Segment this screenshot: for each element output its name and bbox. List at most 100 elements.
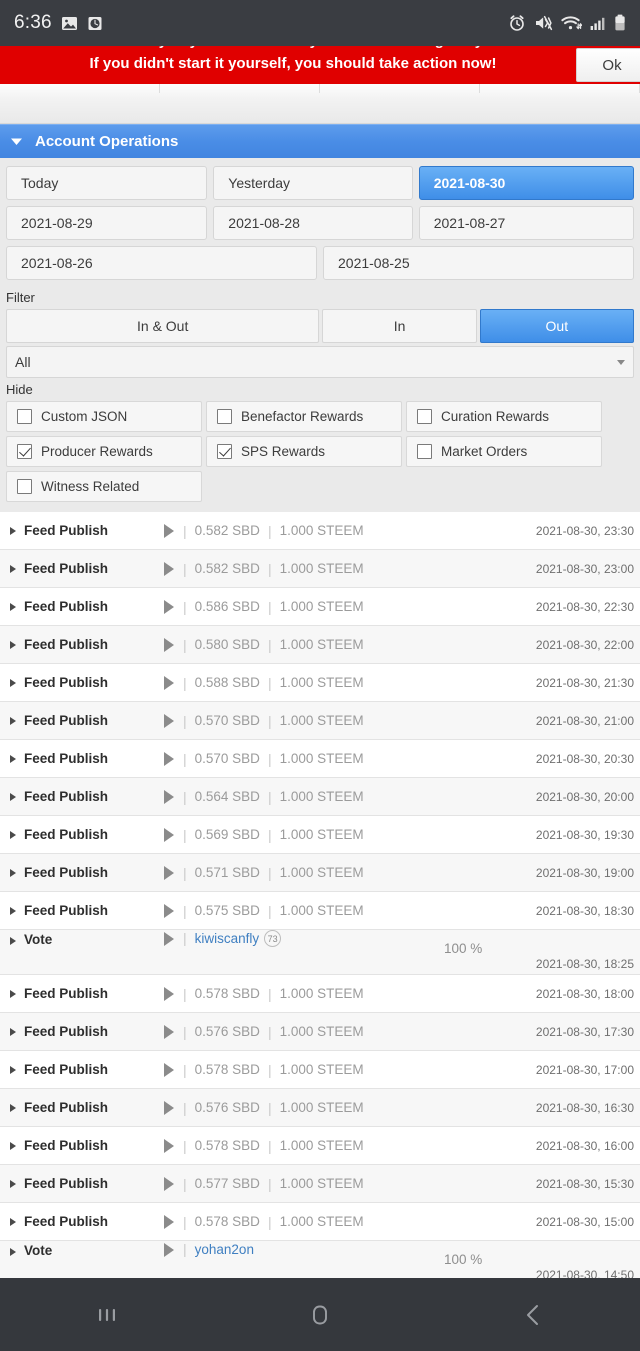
expand-row-icon[interactable] [10,602,16,611]
operation-row[interactable]: Feed Publish | 0.578 SBD | 1.000 STEEM 2021-0… [0,1051,640,1089]
play-details-icon[interactable] [164,599,174,614]
chevron-down-icon[interactable] [617,359,625,365]
operation-row[interactable]: Feed Publish | 0.575 SBD | 1.000 STEEM 2021-0… [0,892,640,930]
expand-row-icon[interactable] [10,716,16,725]
date-button-2021-08-25[interactable]: 2021-08-25 [323,246,634,280]
hide-market-orders-checkbox[interactable]: Market Orders [406,436,602,467]
hide-benefactor-rewards-checkbox[interactable]: Benefactor Rewards [206,401,402,432]
play-details-icon[interactable] [164,1024,174,1039]
expand-row-icon[interactable] [10,937,16,945]
caret-down-icon[interactable] [8,133,25,150]
hide-custom-json-checkbox[interactable]: Custom JSON [6,401,202,432]
filter-in-and-out-button[interactable]: In & Out [6,309,320,343]
hide-sps-rewards-checkbox[interactable]: SPS Rewards [206,436,402,467]
operation-row[interactable]: Feed Publish | 0.570 SBD | 1.000 STEEM 2021-0… [0,702,640,740]
sbd-amount: 0.578 SBD [194,1062,260,1077]
play-details-icon[interactable] [164,1214,174,1229]
date-button-2021-08-27[interactable]: 2021-08-27 [418,206,634,240]
expand-row-icon[interactable] [10,754,16,763]
play-details-icon[interactable] [164,523,174,538]
play-details-icon[interactable] [164,827,174,842]
back-icon[interactable] [488,1278,578,1351]
home-icon[interactable] [275,1278,365,1351]
date-button-2021-08-26[interactable]: 2021-08-26 [6,246,317,280]
checkbox-icon[interactable] [17,409,32,424]
checkbox-icon[interactable] [417,409,432,424]
date-button-2021-08-28[interactable]: 2021-08-28 [213,206,413,240]
expand-row-icon[interactable] [10,868,16,877]
expand-row-icon[interactable] [10,989,16,998]
play-details-icon[interactable] [164,637,174,652]
date-button-2021-08-29[interactable]: 2021-08-29 [6,206,208,240]
play-details-icon[interactable] [164,561,174,576]
operations-list[interactable]: Feed Publish | 0.582 SBD | 1.000 STEEM 2021-0… [0,512,640,1286]
operation-row[interactable]: Feed Publish | 0.569 SBD | 1.000 STEEM 2021-0… [0,816,640,854]
operation-row[interactable]: Vote | kiwiscanfly 73 100 % 2021-08-30, 18:25 [0,930,640,975]
expand-row-icon[interactable] [10,1027,16,1036]
operation-row[interactable]: Feed Publish | 0.588 SBD | 1.000 STEEM 2021-0… [0,664,640,702]
operation-type-label: Vote [24,1243,53,1258]
play-details-icon[interactable] [164,1100,174,1115]
operation-row[interactable]: Feed Publish | 0.578 SBD | 1.000 STEEM 2021-0… [0,1203,640,1241]
voted-username-link[interactable]: yohan2on [195,1242,254,1257]
play-details-icon[interactable] [164,1176,174,1191]
play-details-icon[interactable] [164,1062,174,1077]
expand-row-icon[interactable] [10,830,16,839]
operation-row[interactable]: Feed Publish | 0.578 SBD | 1.000 STEEM 2021-0… [0,1127,640,1165]
expand-row-icon[interactable] [10,526,16,535]
expand-row-icon[interactable] [10,1248,16,1256]
operation-row[interactable]: Feed Publish | 0.576 SBD | 1.000 STEEM 2021-0… [0,1089,640,1127]
expand-row-icon[interactable] [10,792,16,801]
expand-row-icon[interactable] [10,906,16,915]
play-details-icon[interactable] [164,1243,174,1257]
play-details-icon[interactable] [164,751,174,766]
hide-checkbox-row-1: Custom JSON Benefactor Rewards Curation … [6,401,634,432]
operation-row[interactable]: Feed Publish | 0.576 SBD | 1.000 STEEM 2021-0… [0,1013,640,1051]
checkbox-icon[interactable] [217,409,232,424]
date-button-today[interactable]: Today [6,166,208,200]
play-details-icon[interactable] [164,986,174,1001]
operation-row[interactable]: Feed Publish | 0.571 SBD | 1.000 STEEM 2021-0… [0,854,640,892]
operation-row[interactable]: Feed Publish | 0.582 SBD | 1.000 STEEM 2021-0… [0,512,640,550]
checkbox-icon[interactable] [17,479,32,494]
date-button-yesterday[interactable]: Yesterday [213,166,413,200]
checkbox-checked-icon[interactable] [217,444,232,459]
play-details-icon[interactable] [164,1138,174,1153]
operation-row[interactable]: Feed Publish | 0.580 SBD | 1.000 STEEM 2021-0… [0,626,640,664]
hide-producer-rewards-checkbox[interactable]: Producer Rewards [6,436,202,467]
account-operations-header[interactable]: Account Operations [0,124,640,158]
checkbox-checked-icon[interactable] [17,444,32,459]
expand-row-icon[interactable] [10,1179,16,1188]
play-details-icon[interactable] [164,675,174,690]
expand-row-icon[interactable] [10,564,16,573]
recents-icon[interactable] [62,1278,152,1351]
operation-row[interactable]: Feed Publish | 0.586 SBD | 1.000 STEEM 2021-0… [0,588,640,626]
expand-row-icon[interactable] [10,1103,16,1112]
checkbox-icon[interactable] [417,444,432,459]
filter-out-button[interactable]: Out [479,309,634,343]
operation-type-label: Feed Publish [24,1138,109,1153]
expand-row-icon[interactable] [10,1217,16,1226]
expand-row-icon[interactable] [10,678,16,687]
play-details-icon[interactable] [164,789,174,804]
filter-in-button[interactable]: In [322,309,477,343]
obscured-cell [0,84,160,93]
operation-row[interactable]: Feed Publish | 0.570 SBD | 1.000 STEEM 2021-0… [0,740,640,778]
voted-username-link[interactable]: kiwiscanfly [195,931,260,946]
operation-row[interactable]: Feed Publish | 0.578 SBD | 1.000 STEEM 2021-0… [0,975,640,1013]
operation-row[interactable]: Feed Publish | 0.577 SBD | 1.000 STEEM 2021-0… [0,1165,640,1203]
operation-row[interactable]: Feed Publish | 0.582 SBD | 1.000 STEEM 2021-0… [0,550,640,588]
play-details-icon[interactable] [164,713,174,728]
operation-type-select[interactable]: All [6,346,634,378]
play-details-icon[interactable] [164,903,174,918]
expand-row-icon[interactable] [10,640,16,649]
alert-ok-button[interactable]: Ok [576,48,640,82]
play-details-icon[interactable] [164,932,174,946]
play-details-icon[interactable] [164,865,174,880]
expand-row-icon[interactable] [10,1065,16,1074]
hide-curation-rewards-checkbox[interactable]: Curation Rewards [406,401,602,432]
operation-row[interactable]: Feed Publish | 0.564 SBD | 1.000 STEEM 2021-0… [0,778,640,816]
date-button-2021-08-30[interactable]: 2021-08-30 [418,166,634,200]
hide-witness-related-checkbox[interactable]: Witness Related [6,471,202,502]
expand-row-icon[interactable] [10,1141,16,1150]
